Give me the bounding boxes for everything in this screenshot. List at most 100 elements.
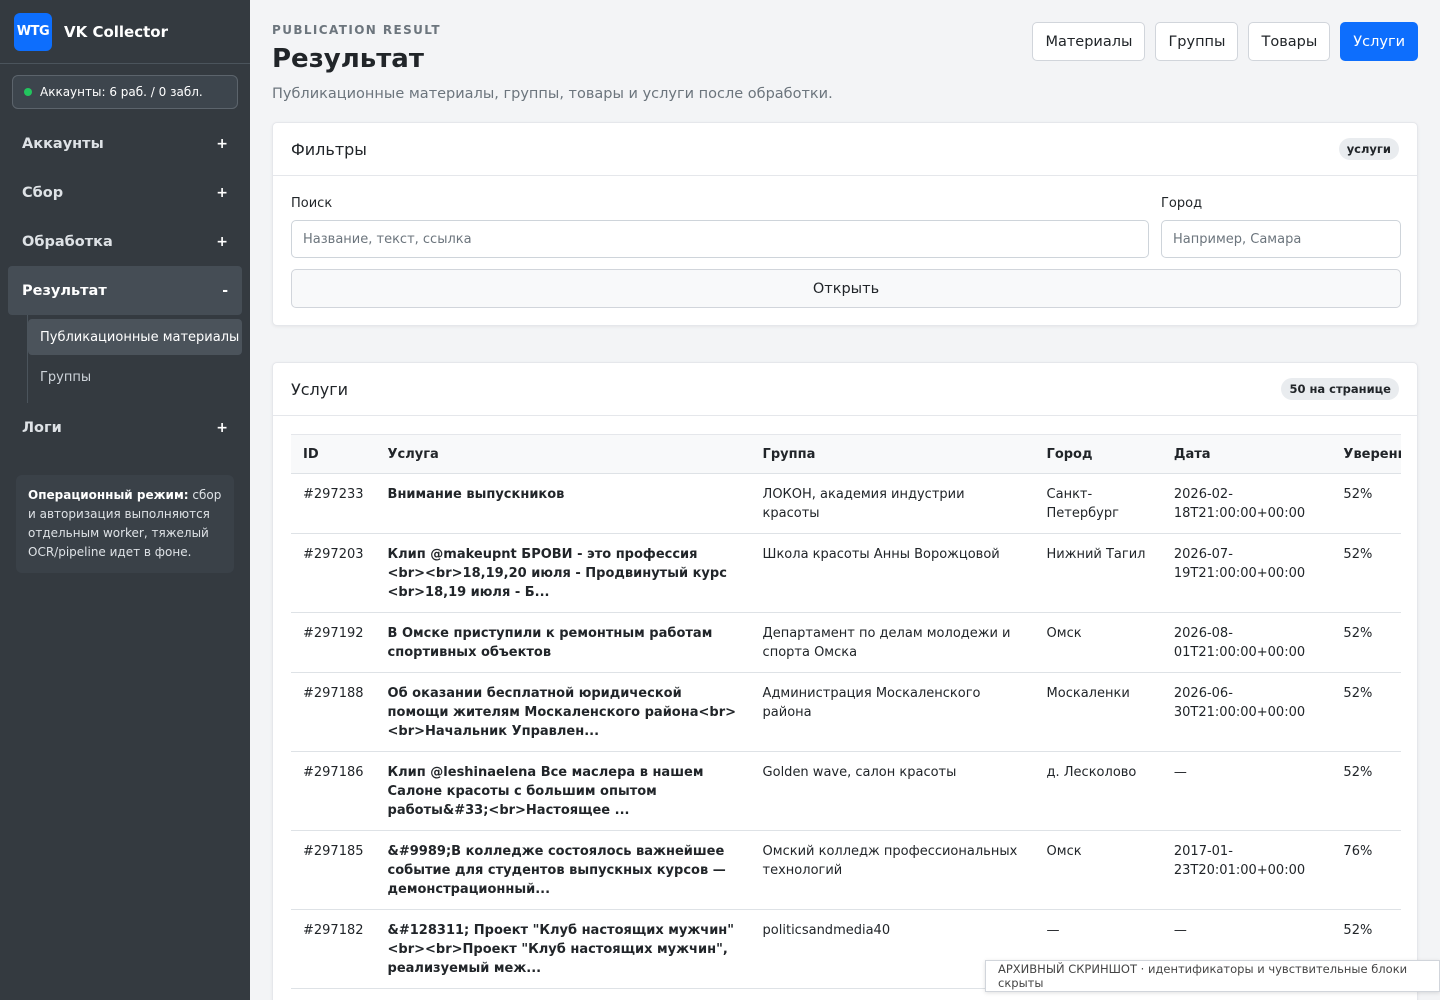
sidebar-item-processing[interactable]: Обработка + [0, 217, 250, 266]
tab-products[interactable]: Товары [1248, 22, 1331, 61]
cell-service[interactable]: Клип @makeupnt БРОВИ - это профессия <br… [375, 533, 751, 613]
table-row[interactable]: #297188 Об оказании бесплатной юридическо… [291, 672, 1401, 752]
brand-logo: WTG [14, 12, 52, 51]
cell-date: 2026-08-01T21:00:00+00:00 [1161, 612, 1332, 673]
cell-service[interactable]: &#128311; Проект "Клуб настоящих мужчин"… [375, 909, 751, 989]
cell-service[interactable]: &#9989;В колледже состоялось важнейшее с… [375, 830, 751, 910]
cell-confidence: 52% [1331, 473, 1401, 534]
cell-id: #297203 [291, 533, 376, 613]
sidebar-item-label: Обработка [22, 233, 113, 250]
column-header-service[interactable]: Услуга [375, 434, 751, 474]
result-tabs: Материалы Группы Товары Услуги [1032, 22, 1418, 61]
sidebar-item-logs[interactable]: Логи + [0, 403, 250, 452]
column-header-city[interactable]: Город [1034, 434, 1162, 474]
sidebar-item-collect[interactable]: Сбор + [0, 168, 250, 217]
cell-date: 2026-02-18T21:00:00+00:00 [1161, 473, 1332, 534]
cell-confidence: 52% [1331, 672, 1401, 752]
expand-icon: + [216, 233, 228, 250]
operation-mode-title: Операционный режим: [28, 488, 189, 502]
cell-group: Департамент по делам молодежи и спорта О… [750, 612, 1035, 673]
column-header-date[interactable]: Дата [1161, 434, 1332, 474]
column-header-id[interactable]: ID [291, 434, 376, 474]
page-eyebrow: PUBLICATION RESULT [272, 23, 441, 37]
brand-name: VK Collector [64, 22, 168, 41]
services-header: Услуги 50 на странице [273, 363, 1417, 416]
cell-service[interactable]: &#128142; Бережное отношение к имуществу [375, 988, 751, 1000]
page-subtitle: Публикационные материалы, группы, товары… [272, 86, 833, 102]
table-row[interactable]: #297233 Внимание выпускников ЛОКОН, академ… [291, 473, 1401, 534]
tab-groups[interactable]: Группы [1155, 22, 1239, 61]
expand-icon: + [216, 184, 228, 201]
cell-group: Golden wave, салон красоты [750, 751, 1035, 831]
account-status[interactable]: Аккаунты: 6 раб. / 0 забл. [12, 75, 238, 109]
search-label: Поиск [291, 196, 333, 211]
table-row[interactable]: #297185 &#9989;В колледже состоялось важн… [291, 830, 1401, 910]
cell-id: #297192 [291, 612, 376, 673]
city-label: Город [1161, 196, 1203, 211]
collapse-icon: - [222, 282, 228, 299]
page-title: Результат [272, 44, 424, 74]
filters-type-badge: услуги [1338, 138, 1399, 160]
sidebar-item-label: Логи [22, 419, 62, 436]
column-header-group[interactable]: Группа [750, 434, 1035, 474]
cell-id: #297233 [291, 473, 376, 534]
services-table-wrapper[interactable]: ID Услуга Группа Город Дата Уверенность … [291, 434, 1401, 1000]
sidebar: WTG VK Collector Аккаунты: 6 раб. / 0 за… [0, 0, 250, 1000]
cell-service[interactable]: Об оказании бесплатной юридической помощ… [375, 672, 751, 752]
sidebar-item-result[interactable]: Результат - [8, 266, 242, 315]
table-header-row: ID Услуга Группа Город Дата Уверенность [291, 434, 1401, 474]
cell-group: ЛОКОН, академия индустрии красоты [750, 473, 1035, 534]
sidebar-subitem-groups[interactable]: Группы [28, 359, 242, 395]
city-input[interactable]: Например, Самара [1161, 220, 1401, 258]
page-size-badge: 50 на странице [1281, 378, 1399, 400]
services-card: Услуги 50 на странице ID Услуга Группа Г… [272, 362, 1418, 1000]
cell-id: #297185 [291, 830, 376, 910]
cell-city: Омск [1034, 830, 1162, 910]
cell-date: 2017-01-23T20:01:00+00:00 [1161, 830, 1332, 910]
cell-confidence: 52% [1331, 612, 1401, 673]
cell-city: Санкт-Петербург [1034, 473, 1162, 534]
cell-date: — [1161, 751, 1332, 831]
cell-group: Школа красоты Анны Ворожцовой [750, 533, 1035, 613]
sidebar-submenu: Публикационные материалы Группы [27, 315, 250, 403]
cell-city: Омск [1034, 612, 1162, 673]
brand[interactable]: WTG VK Collector [0, 0, 250, 64]
table-row[interactable]: #297203 Клип @makeupnt БРОВИ - это профес… [291, 533, 1401, 613]
services-table-body: #297233 Внимание выпускников ЛОКОН, академ… [291, 473, 1401, 1000]
sidebar-item-accounts[interactable]: Аккаунты + [0, 119, 250, 168]
cell-date: 2026-07-19T21:00:00+00:00 [1161, 533, 1332, 613]
cell-city: д. Лесколово [1034, 751, 1162, 831]
services-table: ID Услуга Группа Город Дата Уверенность … [291, 434, 1401, 1000]
tab-materials[interactable]: Материалы [1032, 22, 1146, 61]
account-status-text: Аккаунты: 6 раб. / 0 забл. [40, 85, 203, 99]
expand-icon: + [216, 135, 228, 152]
tab-services[interactable]: Услуги [1340, 22, 1418, 61]
archive-watermark: АРХИВНЫЙ СКРИНШОТ · идентификаторы и чув… [985, 960, 1440, 992]
services-title: Услуги [291, 379, 349, 399]
cell-id: #297188 [291, 672, 376, 752]
expand-icon: + [216, 419, 228, 436]
operation-mode-note: Операционный режим: сбор и авторизация в… [16, 475, 234, 573]
cell-service[interactable]: Клип @leshinaelena Все маслера в нашем С… [375, 751, 751, 831]
column-header-confidence[interactable]: Уверенность [1331, 434, 1401, 474]
table-row[interactable]: #297192 В Омске приступили к ремонтным ра… [291, 612, 1401, 673]
cell-id: #297186 [291, 751, 376, 831]
table-row[interactable]: #297186 Клип @leshinaelena Все маслера в … [291, 751, 1401, 831]
cell-id: #297182 [291, 909, 376, 989]
sidebar-item-label: Аккаунты [22, 135, 104, 152]
status-dot-icon [24, 88, 32, 96]
search-input[interactable]: Название, текст, ссылка [291, 220, 1149, 258]
cell-service[interactable]: Внимание выпускников [375, 473, 751, 534]
cell-service[interactable]: В Омске приступили к ремонтным работам с… [375, 612, 751, 673]
open-button[interactable]: Открыть [291, 269, 1401, 308]
cell-city: Нижний Тагил [1034, 533, 1162, 613]
cell-date: 2026-06-30T21:00:00+00:00 [1161, 672, 1332, 752]
sidebar-item-label: Результат [22, 282, 107, 299]
cell-group: Омский колледж профессиональных технолог… [750, 830, 1035, 910]
filters-header: Фильтры услуги [273, 123, 1417, 176]
cell-confidence: 52% [1331, 751, 1401, 831]
sidebar-subitem-materials[interactable]: Публикационные материалы [28, 319, 242, 355]
filters-card: Фильтры услуги Поиск Название, текст, сс… [272, 122, 1418, 326]
cell-confidence: 52% [1331, 533, 1401, 613]
cell-group: Администрация Москаленского района [750, 672, 1035, 752]
